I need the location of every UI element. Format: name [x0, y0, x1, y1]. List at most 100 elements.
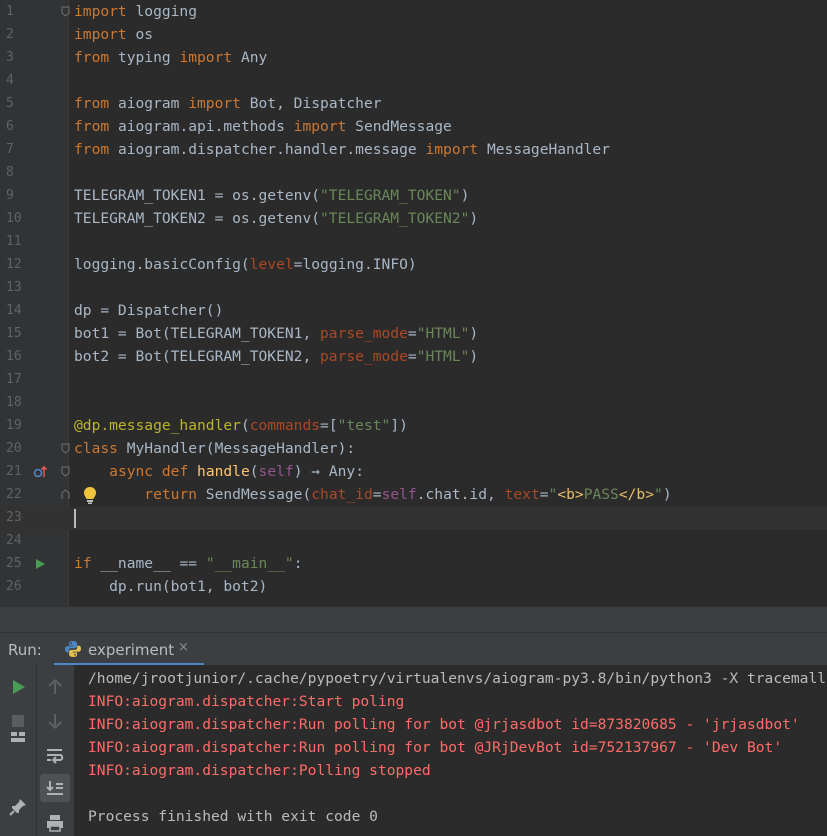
line-number[interactable]: 5	[6, 96, 26, 111]
code-token: (	[249, 463, 259, 480]
scroll-to-end-icon	[46, 781, 63, 795]
code-token: MessageHandler	[478, 141, 610, 158]
pin-icon[interactable]	[6, 795, 30, 819]
code-line-4[interactable]: 4	[0, 70, 827, 93]
close-tab-icon[interactable]: ×	[178, 640, 189, 655]
console-line[interactable]: INFO:aiogram.dispatcher:Run polling for …	[88, 738, 782, 758]
code-line-18[interactable]: 18	[0, 392, 827, 415]
code-text[interactable]: class MyHandler(MessageHandler):	[74, 439, 355, 459]
code-text[interactable]: from aiogram.dispatcher.handler.message …	[74, 140, 610, 160]
code-text[interactable]: from aiogram import Bot, Dispatcher	[74, 94, 382, 114]
code-line-12[interactable]: 12 logging.basicConfig(level=logging.INFO…	[0, 254, 827, 277]
code-line-21[interactable]: 21 async def handle(self) → Any:	[0, 461, 827, 484]
code-text[interactable]: TELEGRAM_TOKEN2 = os.getenv("TELEGRAM_TO…	[74, 209, 478, 229]
line-number[interactable]: 9	[6, 188, 26, 203]
code-line-9[interactable]: 9 TELEGRAM_TOKEN1 = os.getenv("TELEGRAM_T…	[0, 185, 827, 208]
code-editor[interactable]: 1 import logging 2 import os 3 from typing im…	[0, 0, 827, 606]
line-number[interactable]: 2	[6, 27, 26, 42]
line-number[interactable]: 25	[6, 556, 26, 571]
code-text[interactable]: dp.run(bot1, bot2)	[74, 577, 267, 597]
restore-layout-icon[interactable]	[6, 725, 30, 749]
line-number[interactable]: 4	[6, 73, 26, 88]
print-icon[interactable]	[43, 811, 67, 835]
line-number[interactable]: 3	[6, 50, 26, 65]
code-line-16[interactable]: 16 bot2 = Bot(TELEGRAM_TOKEN2, parse_mode…	[0, 346, 827, 369]
code-line-3[interactable]: 3 from typing import Any	[0, 47, 827, 70]
scroll-up-icon[interactable]	[43, 675, 67, 699]
override-method-icon[interactable]	[32, 464, 48, 480]
console-line[interactable]: Process finished with exit code 0	[88, 807, 378, 827]
line-number[interactable]: 8	[6, 165, 26, 180]
code-text[interactable]: bot2 = Bot(TELEGRAM_TOKEN2, parse_mode="…	[74, 347, 478, 367]
rerun-icon[interactable]	[6, 675, 30, 699]
code-text[interactable]: bot1 = Bot(TELEGRAM_TOKEN1, parse_mode="…	[74, 324, 478, 344]
code-line-17[interactable]: 17	[0, 369, 827, 392]
code-token: "HTML"	[416, 348, 470, 365]
code-text[interactable]: async def handle(self) → Any:	[74, 462, 364, 482]
code-line-7[interactable]: 7 from aiogram.dispatcher.handler.message…	[0, 139, 827, 162]
run-gutter-icon[interactable]	[33, 557, 47, 571]
line-number[interactable]: 19	[6, 418, 26, 433]
console-line[interactable]: INFO:aiogram.dispatcher:Polling stopped	[88, 761, 431, 781]
line-number[interactable]: 11	[6, 234, 26, 249]
code-token: )	[662, 486, 672, 503]
code-line-26[interactable]: 26 dp.run(bot1, bot2)	[0, 576, 827, 599]
code-line-1[interactable]: 1 import logging	[0, 1, 827, 24]
code-line-25[interactable]: 25 if __name__ == "__main__":	[0, 553, 827, 576]
line-number[interactable]: 24	[6, 533, 26, 548]
line-number[interactable]: 16	[6, 349, 26, 364]
fold-marker-icon[interactable]	[61, 466, 70, 477]
code-line-5[interactable]: 5 from aiogram import Bot, Dispatcher	[0, 93, 827, 116]
soft-wrap-icon[interactable]	[43, 743, 67, 767]
code-text[interactable]: if __name__ == "__main__":	[74, 554, 302, 574]
code-line-6[interactable]: 6 from aiogram.api.methods import SendMes…	[0, 116, 827, 139]
line-number[interactable]: 14	[6, 303, 26, 318]
line-number[interactable]: 22	[6, 487, 26, 502]
fold-marker-icon[interactable]	[61, 6, 70, 17]
code-text[interactable]: from aiogram.api.methods import SendMess…	[74, 117, 452, 137]
line-number[interactable]: 12	[6, 257, 26, 272]
scroll-down-icon[interactable]	[43, 709, 67, 733]
line-number[interactable]: 26	[6, 579, 26, 594]
code-line-15[interactable]: 15 bot1 = Bot(TELEGRAM_TOKEN1, parse_mode…	[0, 323, 827, 346]
console-line[interactable]: /home/jrootjunior/.cache/pypoetry/virtua…	[88, 669, 827, 689]
line-number[interactable]: 17	[6, 372, 26, 387]
line-number[interactable]: 6	[6, 119, 26, 134]
line-number[interactable]: 13	[6, 280, 26, 295]
code-line-14[interactable]: 14 dp = Dispatcher()	[0, 300, 827, 323]
code-line-23[interactable]: 23	[0, 507, 827, 530]
line-number[interactable]: 15	[6, 326, 26, 341]
code-token: "	[654, 486, 663, 503]
fold-marker-icon[interactable]	[61, 489, 70, 500]
code-text[interactable]: import os	[74, 25, 153, 45]
code-line-2[interactable]: 2 import os	[0, 24, 827, 47]
fold-marker-icon[interactable]	[61, 443, 70, 454]
line-number[interactable]: 21	[6, 464, 26, 479]
run-console-output[interactable]: /home/jrootjunior/.cache/pypoetry/virtua…	[74, 665, 827, 836]
code-line-13[interactable]: 13	[0, 277, 827, 300]
code-text[interactable]: @dp.message_handler(commands=["test"])	[74, 416, 408, 436]
console-line[interactable]: INFO:aiogram.dispatcher:Start poling	[88, 692, 404, 712]
code-text[interactable]: logging.basicConfig(level=logging.INFO)	[74, 255, 417, 275]
line-number[interactable]: 7	[6, 142, 26, 157]
code-text[interactable]: from typing import Any	[74, 48, 267, 68]
code-line-8[interactable]: 8	[0, 162, 827, 185]
code-line-10[interactable]: 10 TELEGRAM_TOKEN2 = os.getenv("TELEGRAM_…	[0, 208, 827, 231]
code-line-11[interactable]: 11	[0, 231, 827, 254]
lightbulb-icon[interactable]	[81, 485, 99, 505]
code-text[interactable]: return SendMessage(chat_id=self.chat.id,…	[74, 485, 672, 505]
code-line-22[interactable]: 22 return SendMessage(chat_id=self.chat.…	[0, 484, 827, 507]
line-number[interactable]: 18	[6, 395, 26, 410]
code-line-24[interactable]: 24	[0, 530, 827, 553]
console-line[interactable]: INFO:aiogram.dispatcher:Run polling for …	[88, 715, 800, 735]
code-text[interactable]: dp = Dispatcher()	[74, 301, 223, 321]
line-number[interactable]: 10	[6, 211, 26, 226]
code-line-19[interactable]: 19 @dp.message_handler(commands=["test"])	[0, 415, 827, 438]
line-number[interactable]: 1	[6, 4, 26, 19]
line-number[interactable]: 20	[6, 441, 26, 456]
tab-experiment[interactable]: experiment ×	[54, 633, 204, 666]
line-number[interactable]: 23	[6, 510, 26, 525]
code-line-20[interactable]: 20 class MyHandler(MessageHandler):	[0, 438, 827, 461]
code-text[interactable]: TELEGRAM_TOKEN1 = os.getenv("TELEGRAM_TO…	[74, 186, 469, 206]
code-text[interactable]: import logging	[74, 2, 197, 22]
